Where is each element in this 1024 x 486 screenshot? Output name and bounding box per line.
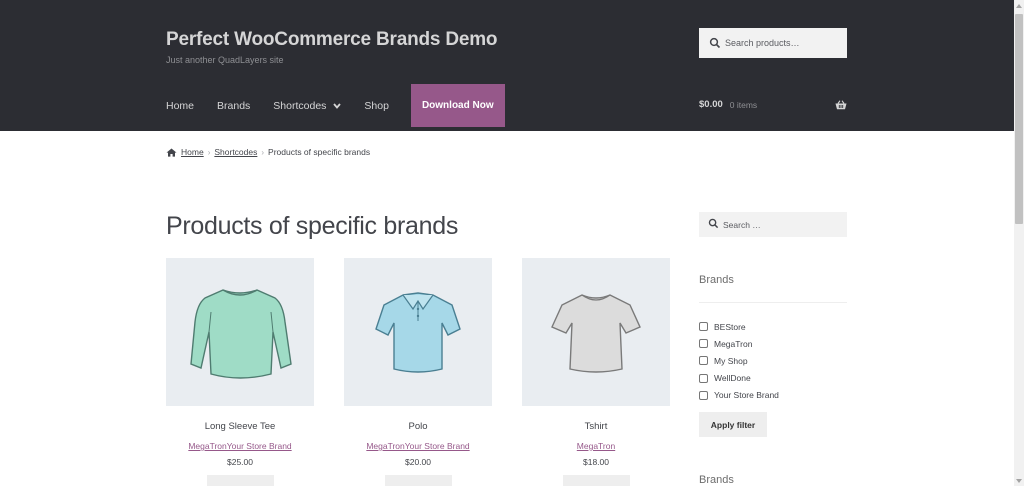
- product-image[interactable]: [522, 258, 670, 406]
- nav-item-label: Shop: [364, 99, 389, 112]
- product-price: $20.00: [405, 457, 431, 467]
- brand-option-label: BEStore: [714, 321, 746, 332]
- apply-filter-button[interactable]: Apply filter: [699, 412, 767, 437]
- product-brand: MegaTron: [522, 441, 670, 451]
- nav-item-label: Shortcodes: [273, 99, 327, 112]
- brand-filter-list: BEStore MegaTron My Shop WellDone Your S…: [699, 318, 779, 404]
- scrollbar-thumb[interactable]: [1015, 14, 1023, 224]
- breadcrumb-current: Products of specific brands: [268, 147, 371, 157]
- scroll-up-arrow-icon[interactable]: [1016, 3, 1022, 9]
- sidebar: Brands BEStore MegaTron My Shop WellDone…: [699, 212, 847, 486]
- product-brand-link[interactable]: MegaTron: [577, 441, 615, 451]
- site-title[interactable]: Perfect WooCommerce Brands Demo: [166, 29, 498, 51]
- polo-shirt-image: [375, 292, 461, 373]
- product-card: Tshirt MegaTron $18.00: [522, 258, 670, 486]
- product-brand: MegaTronYour Store Brand: [344, 441, 492, 451]
- checkbox[interactable]: [699, 339, 708, 349]
- breadcrumb-separator: ›: [261, 147, 265, 157]
- home-icon: [166, 148, 177, 157]
- product-brand-link[interactable]: MegaTronYour Store Brand: [188, 441, 291, 451]
- brand-option-my-shop[interactable]: My Shop: [699, 352, 779, 369]
- product-name[interactable]: Polo: [344, 421, 492, 432]
- nav-item-label: Brands: [217, 99, 251, 112]
- chevron-down-icon: [333, 102, 342, 109]
- brand-option-your-store-brand[interactable]: Your Store Brand: [699, 387, 779, 404]
- primary-nav: Home Brands Shortcodes Shop Download Now: [166, 84, 505, 127]
- brands-widget-title: Brands: [699, 274, 734, 286]
- long-sleeve-shirt-image: [190, 289, 292, 379]
- brand-option-welldone[interactable]: WellDone: [699, 370, 779, 387]
- brands-widget-title-2: Brands: [699, 474, 734, 486]
- brand-option-label: My Shop: [714, 355, 748, 366]
- add-to-cart-button[interactable]: [562, 475, 630, 486]
- scroll-down-arrow-icon[interactable]: [1016, 478, 1022, 484]
- brand-option-bestore[interactable]: BEStore: [699, 318, 779, 335]
- product-image[interactable]: [166, 258, 314, 406]
- download-now-button[interactable]: Download Now: [410, 84, 505, 127]
- product-brand: MegaTronYour Store Brand: [166, 441, 314, 451]
- product-image[interactable]: [344, 258, 492, 406]
- brand-option-label: Your Store Brand: [714, 390, 779, 401]
- sidebar-search[interactable]: [699, 212, 847, 237]
- nav-item-brands[interactable]: Brands: [217, 100, 250, 112]
- product-name[interactable]: Long Sleeve Tee: [166, 421, 314, 432]
- checkbox[interactable]: [699, 373, 708, 383]
- site-header: Perfect WooCommerce Brands Demo Just ano…: [0, 0, 1014, 131]
- add-to-cart-button[interactable]: [206, 475, 274, 486]
- nav-item-shop[interactable]: Shop: [364, 100, 389, 112]
- cart-total: $0.00: [699, 99, 723, 110]
- breadcrumb-home-link[interactable]: Home: [181, 147, 204, 157]
- product-brand-link[interactable]: MegaTronYour Store Brand: [366, 441, 469, 451]
- add-to-cart-button[interactable]: [384, 475, 452, 486]
- search-icon: [709, 37, 721, 49]
- tshirt-image: [551, 294, 641, 373]
- sidebar-search-input[interactable]: [723, 219, 843, 230]
- divider: [699, 302, 847, 303]
- scrollbar[interactable]: [1014, 0, 1024, 486]
- header-cart[interactable]: $0.00 0 items: [699, 99, 847, 110]
- cart-count: 0 items: [729, 99, 758, 110]
- product-price: $18.00: [583, 457, 609, 467]
- brand-option-label: MegaTron: [714, 338, 753, 349]
- breadcrumb-separator: ›: [207, 147, 211, 157]
- nav-item-label: Home: [166, 99, 195, 112]
- product-card: Polo MegaTronYour Store Brand $20.00: [344, 258, 492, 486]
- breadcrumb: Home › Shortcodes › Products of specific…: [166, 147, 370, 157]
- checkbox[interactable]: [699, 356, 708, 366]
- product-search[interactable]: [699, 28, 847, 58]
- brand-option-label: WellDone: [714, 373, 751, 384]
- site-tagline: Just another QuadLayers site: [166, 55, 284, 65]
- nav-item-shortcodes[interactable]: Shortcodes: [273, 99, 342, 112]
- brand-option-megatron[interactable]: MegaTron: [699, 335, 779, 352]
- basket-icon: [835, 99, 847, 110]
- product-search-input[interactable]: [725, 38, 845, 48]
- search-icon: [708, 216, 719, 234]
- checkbox[interactable]: [699, 322, 708, 332]
- page-title: Products of specific brands: [166, 212, 459, 240]
- product-name[interactable]: Tshirt: [522, 421, 670, 432]
- product-price: $25.00: [227, 457, 253, 467]
- nav-item-home[interactable]: Home: [166, 100, 194, 112]
- checkbox[interactable]: [699, 390, 708, 400]
- breadcrumb-shortcodes-link[interactable]: Shortcodes: [214, 147, 257, 157]
- product-card: Long Sleeve Tee MegaTronYour Store Brand…: [166, 258, 314, 486]
